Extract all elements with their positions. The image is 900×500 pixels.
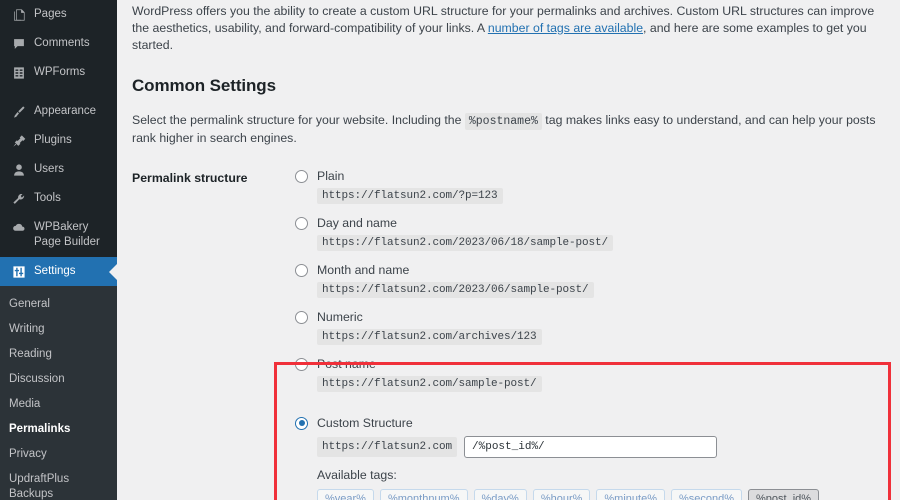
tag-button-day[interactable]: %day% (473, 489, 527, 500)
submenu-item-label: Discussion (9, 373, 65, 385)
sidebar-item-label: WPBakery Page Builder (34, 221, 100, 248)
option-label: Post name (317, 357, 376, 371)
sidebar-item-label: Plugins (34, 134, 72, 146)
option-url-example: https://flatsun2.com/?p=123 (317, 188, 503, 204)
radio-post-name[interactable] (295, 357, 308, 371)
option-month-and-name[interactable]: Month and name https://flatsun2.com/2023… (295, 263, 882, 298)
appearance-brush-icon (9, 104, 28, 119)
sidebar-item-wpbakery-page-builder[interactable]: WPBakery Page Builder (0, 213, 117, 257)
submenu-item-label: UpdraftPlus Backups (9, 473, 70, 500)
submenu-item-label: Reading (9, 348, 52, 360)
option-day-and-name-head[interactable]: Day and name (295, 216, 882, 230)
tag-button-year[interactable]: %year% (317, 489, 374, 500)
sidebar-item-label: Appearance (34, 105, 97, 117)
available-tags-label: Available tags: (317, 468, 397, 482)
intro-paragraph: WordPress offers you the ability to crea… (132, 0, 882, 54)
admin-sidebar: Pages Comments WPForms Appearance Plugin… (0, 0, 117, 500)
wpforms-icon (9, 65, 28, 80)
sidebar-item-label: Comments (34, 37, 90, 49)
site-url-prefix: https://flatsun2.com (317, 437, 458, 457)
tools-wrench-icon (9, 191, 28, 206)
sidebar-item-comments[interactable]: Comments (0, 29, 117, 58)
available-tags-list: %year% %monthnum% %day% %hour% %minute% … (317, 489, 882, 500)
section-desc-part1: Select the permalink structure for your … (132, 113, 465, 127)
radio-plain[interactable] (295, 169, 308, 183)
custom-structure-input[interactable] (464, 436, 718, 458)
sidebar-item-label: Pages (34, 8, 67, 20)
option-label: Month and name (317, 263, 410, 277)
sidebar-item-writing[interactable]: Writing (0, 317, 117, 342)
submenu-item-label: Writing (9, 323, 45, 335)
tag-button-post-id[interactable]: %post_id% (748, 489, 820, 500)
sidebar-item-plugins[interactable]: Plugins (0, 126, 117, 155)
option-numeric[interactable]: Numeric https://flatsun2.com/archives/12… (295, 310, 882, 345)
option-label: Custom Structure (317, 416, 413, 430)
option-custom-structure[interactable]: Custom Structure https://flatsun2.com Av… (295, 404, 882, 500)
option-url-example: https://flatsun2.com/archives/123 (317, 329, 542, 345)
permalink-structure-label: Permalink structure (132, 171, 248, 185)
sidebar-item-general[interactable]: General (0, 292, 117, 317)
radio-day-and-name[interactable] (295, 216, 308, 230)
sidebar-item-privacy[interactable]: Privacy (0, 442, 117, 467)
radio-numeric[interactable] (295, 310, 308, 324)
option-month-and-name-head[interactable]: Month and name (295, 263, 882, 277)
sidebar-item-reading[interactable]: Reading (0, 342, 117, 367)
option-numeric-head[interactable]: Numeric (295, 310, 882, 324)
option-plain[interactable]: Plain https://flatsun2.com/?p=123 (295, 169, 882, 204)
sidebar-item-label: Users (34, 163, 65, 175)
tag-button-minute[interactable]: %minute% (596, 489, 665, 500)
sidebar-item-appearance[interactable]: Appearance (0, 97, 117, 126)
radio-month-and-name[interactable] (295, 263, 308, 277)
permalink-structure-form: Permalink structure Plain https://flatsu… (132, 169, 891, 500)
number-of-tags-link[interactable]: number of tags are available (488, 21, 643, 35)
permalink-settings-content: WordPress offers you the ability to crea… (117, 0, 900, 500)
users-person-icon (9, 162, 28, 177)
option-post-name-head[interactable]: Post name (295, 357, 882, 371)
option-post-name[interactable]: Post name https://flatsun2.com/sample-po… (295, 357, 882, 392)
sidebar-item-users[interactable]: Users (0, 155, 117, 184)
tag-button-monthnum[interactable]: %monthnum% (379, 489, 468, 500)
sidebar-item-permalinks[interactable]: Permalinks (0, 417, 117, 442)
sidebar-item-label: Tools (34, 192, 61, 204)
postname-code-tag: %postname% (464, 113, 542, 130)
option-label: Day and name (317, 216, 397, 230)
pages-icon (9, 7, 28, 22)
sidebar-item-pages[interactable]: Pages (0, 0, 117, 29)
option-url-example: https://flatsun2.com/2023/06/18/sample-p… (317, 235, 614, 251)
submenu-item-label: Permalinks (9, 423, 71, 435)
settings-sliders-icon (9, 264, 28, 279)
wpbakery-cloud-icon (9, 220, 28, 235)
page-title: Common Settings (132, 76, 276, 95)
comments-icon (9, 36, 28, 51)
sidebar-item-wpforms[interactable]: WPForms (0, 58, 117, 87)
sidebar-divider (0, 87, 117, 97)
sidebar-item-label: Settings (34, 265, 76, 277)
option-plain-head[interactable]: Plain (295, 169, 882, 183)
sidebar-item-tools[interactable]: Tools (0, 184, 117, 213)
settings-submenu: General Writing Reading Discussion Media… (0, 286, 117, 500)
permalink-options-group: Plain https://flatsun2.com/?p=123 Day an… (274, 169, 891, 500)
option-label: Numeric (317, 310, 363, 324)
tag-button-hour[interactable]: %hour% (532, 489, 591, 500)
option-url-example: https://flatsun2.com/2023/06/sample-post… (317, 282, 594, 298)
radio-custom-structure[interactable] (295, 416, 308, 430)
option-day-and-name[interactable]: Day and name https://flatsun2.com/2023/0… (295, 216, 882, 251)
sidebar-item-media[interactable]: Media (0, 392, 117, 417)
submenu-item-label: General (9, 298, 50, 310)
sidebar-item-settings[interactable]: Settings (0, 257, 117, 286)
plugins-plug-icon (9, 133, 28, 148)
tag-button-second[interactable]: %second% (670, 489, 743, 500)
sidebar-item-updraftplus-backups[interactable]: UpdraftPlus Backups (0, 467, 117, 500)
section-description: Select the permalink structure for your … (132, 112, 882, 147)
sidebar-item-discussion[interactable]: Discussion (0, 367, 117, 392)
submenu-item-label: Media (9, 398, 41, 410)
sidebar-item-label: WPForms (34, 66, 86, 78)
option-custom-structure-head[interactable]: Custom Structure (295, 416, 882, 430)
option-label: Plain (317, 169, 345, 183)
wordpress-admin-screen: Pages Comments WPForms Appearance Plugin… (0, 0, 900, 500)
submenu-item-label: Privacy (9, 448, 47, 460)
custom-structure-input-row: https://flatsun2.com (317, 436, 882, 458)
option-url-example: https://flatsun2.com/sample-post/ (317, 376, 542, 392)
